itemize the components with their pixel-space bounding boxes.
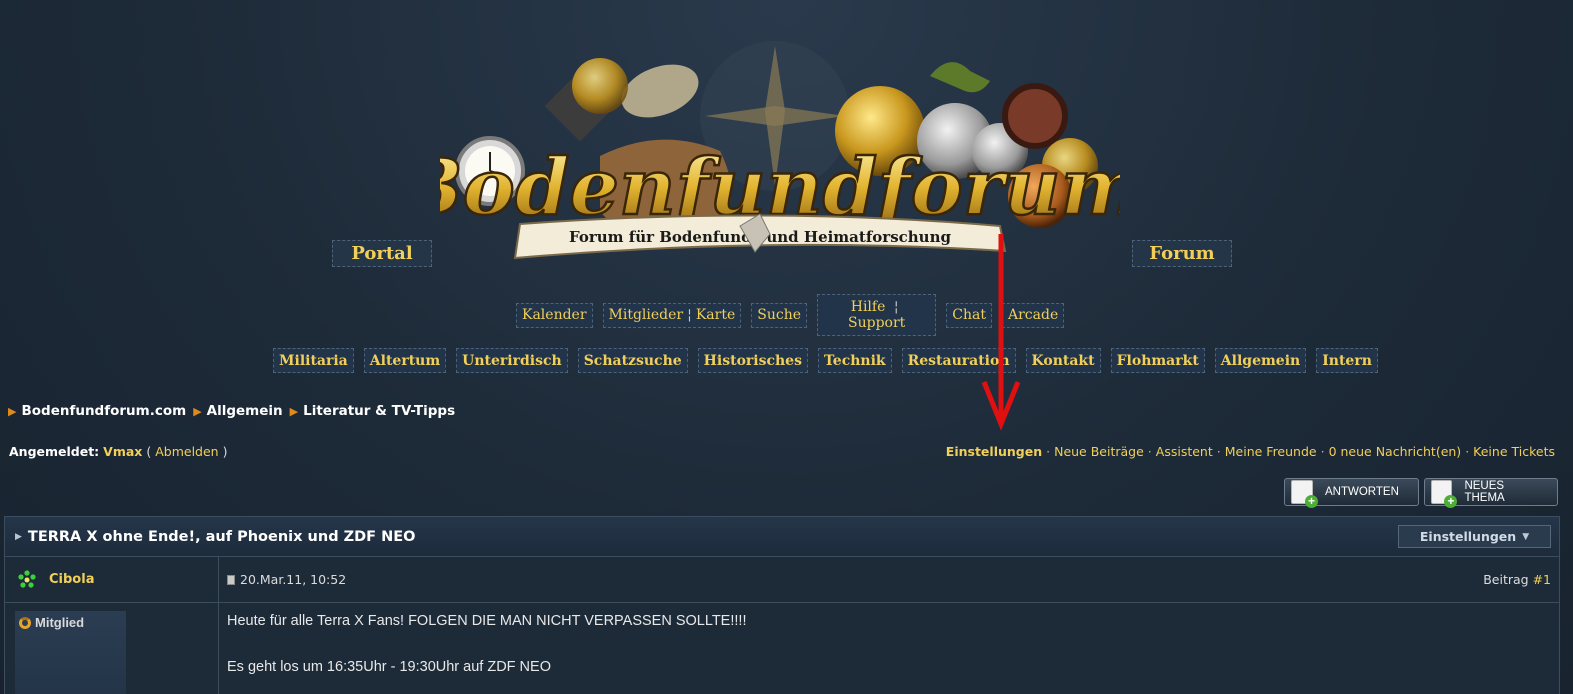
new-posts-link[interactable]: Neue Beiträge: [1054, 444, 1144, 459]
category-kontakt[interactable]: Kontakt: [1025, 348, 1101, 373]
dot-separator: ·: [1216, 444, 1221, 459]
category-unterirdisch[interactable]: Unterirdisch: [456, 348, 568, 373]
post-line: Heute für alle Terra X Fans! FOLGEN DIE …: [227, 613, 747, 629]
thread-title: TERRA X ohne Ende!, auf Phoenix und ZDF …: [27, 528, 416, 545]
nav-separator: ¦: [687, 307, 692, 323]
category-militaria[interactable]: Militaria: [273, 348, 354, 373]
breadcrumb: ▶ Bodenfundforum.com ▶ Allgemein ▶ Liter…: [8, 403, 462, 419]
paren-close: ): [222, 444, 228, 459]
messages-link[interactable]: 0 neue Nachricht(en): [1329, 444, 1462, 459]
category-technik[interactable]: Technik: [817, 348, 892, 373]
collapse-arrow-icon[interactable]: ▶: [15, 532, 22, 542]
category-historisches[interactable]: Historisches: [697, 348, 808, 373]
post-number-label: Beitrag: [1483, 572, 1529, 587]
bronze-figure-icon: [930, 62, 990, 93]
settings-link[interactable]: Einstellungen: [946, 444, 1042, 459]
category-allgemein[interactable]: Allgemein: [1214, 348, 1307, 373]
login-status: Angemeldet: Vmax ( Abmelden ): [9, 444, 227, 459]
thread-options-label: Einstellungen: [1419, 529, 1517, 544]
dot-separator: ·: [1046, 444, 1051, 459]
breadcrumb-arrow-icon: ▶: [193, 404, 202, 418]
rank-badge: Mitglied: [15, 611, 126, 694]
post-content: Heute für alle Terra X Fans! FOLGEN DIE …: [219, 603, 1559, 694]
friends-link[interactable]: Meine Freunde: [1225, 444, 1317, 459]
post-header: Cibola 20.Mar.11, 10:52 Beitrag #1: [5, 557, 1559, 603]
post-body: Mitglied Heute für alle Terra X Fans! FO…: [5, 603, 1559, 694]
rank-text: Mitglied: [35, 615, 85, 630]
post-date: 20.Mar.11, 10:52: [227, 572, 346, 587]
breadcrumb-arrow-icon: ▶: [8, 404, 17, 418]
reply-button-label: ANTWORTEN: [1325, 486, 1399, 498]
post-author-sidebar: Mitglied: [5, 603, 219, 694]
logout-link[interactable]: Abmelden: [155, 444, 218, 459]
thread-header: ▶ TERRA X ohne Ende!, auf Phoenix und ZD…: [5, 517, 1559, 557]
dogtag-icon: [621, 64, 699, 118]
dot-separator: ·: [1465, 444, 1470, 459]
tickets-link[interactable]: Keine Tickets: [1473, 444, 1555, 459]
rank-ring-icon: [19, 616, 31, 629]
paren-open: (: [146, 444, 152, 459]
nav-portal[interactable]: Portal: [332, 240, 432, 267]
nav-forum[interactable]: Forum: [1132, 240, 1232, 267]
new-thread-button[interactable]: NEUES THEMA: [1424, 478, 1558, 508]
new-thread-button-label: NEUES THEMA: [1464, 480, 1505, 504]
dot-separator: ·: [1320, 444, 1325, 459]
user-bar: Angemeldet: Vmax ( Abmelden ) Einstellun…: [9, 444, 1555, 459]
nav-kalender[interactable]: Kalender: [516, 302, 593, 328]
reply-button[interactable]: ANTWORTEN: [1284, 478, 1419, 508]
add-document-icon: [1431, 480, 1458, 508]
post-number: Beitrag #1: [1483, 572, 1551, 587]
nav-support[interactable]: Support: [848, 315, 905, 331]
nav-karte[interactable]: Karte: [696, 307, 735, 323]
post-icon: [227, 574, 235, 585]
post-author-cell: Cibola: [5, 557, 219, 602]
chevron-down-icon: ▼: [1522, 531, 1530, 542]
nav-hilfe-support: Hilfe ¦ Support: [817, 294, 937, 336]
post-date-text: 20.Mar.11, 10:52: [240, 572, 347, 587]
thread-container: ▶ TERRA X ohne Ende!, auf Phoenix und ZD…: [4, 516, 1560, 694]
category-altertum[interactable]: Altertum: [363, 348, 447, 373]
nav-suche[interactable]: Suche: [751, 302, 808, 328]
user-links: Einstellungen · Neue Beiträge · Assistent · Me…: [946, 444, 1555, 459]
breadcrumb-arrow-icon: ▶: [289, 404, 299, 418]
post-permalink[interactable]: #1: [1533, 572, 1551, 587]
post-meta: 20.Mar.11, 10:52 Beitrag #1: [219, 557, 1559, 602]
thread-options-button[interactable]: Einstellungen ▼: [1398, 525, 1551, 548]
dot-separator: ·: [1147, 444, 1152, 459]
assistant-link[interactable]: Assistent: [1156, 444, 1213, 459]
post-line: Es geht los um 16:35Uhr - 19:30Uhr auf Z…: [227, 659, 551, 675]
nav-separator: ¦: [893, 299, 899, 315]
category-navigation: Militaria Altertum Unterirdisch Schatzsuche…: [273, 348, 1388, 373]
logged-in-label: Angemeldet:: [9, 444, 100, 459]
nav-mitglieder-karte: Mitglieder ¦ Karte: [602, 302, 742, 328]
annotation-arrow-icon: [981, 234, 1021, 431]
nav-mitglieder[interactable]: Mitglieder: [609, 307, 684, 323]
breadcrumb-literatur[interactable]: Literatur & TV-Tipps: [303, 403, 455, 419]
category-intern[interactable]: Intern: [1316, 348, 1378, 373]
post-author-name[interactable]: Cibola: [49, 572, 94, 587]
category-schatzsuche[interactable]: Schatzsuche: [577, 348, 688, 373]
breadcrumb-home[interactable]: Bodenfundforum.com: [21, 403, 186, 419]
online-status-icon: [18, 569, 36, 588]
username-link[interactable]: Vmax: [103, 444, 142, 459]
rank-label: Mitglied: [19, 615, 84, 630]
category-flohmarkt[interactable]: Flohmarkt: [1110, 348, 1205, 373]
add-document-icon: [1291, 480, 1318, 508]
breadcrumb-allgemein[interactable]: Allgemein: [207, 403, 283, 419]
red-button-icon: [1002, 83, 1068, 149]
nav-hilfe[interactable]: Hilfe: [851, 299, 886, 315]
